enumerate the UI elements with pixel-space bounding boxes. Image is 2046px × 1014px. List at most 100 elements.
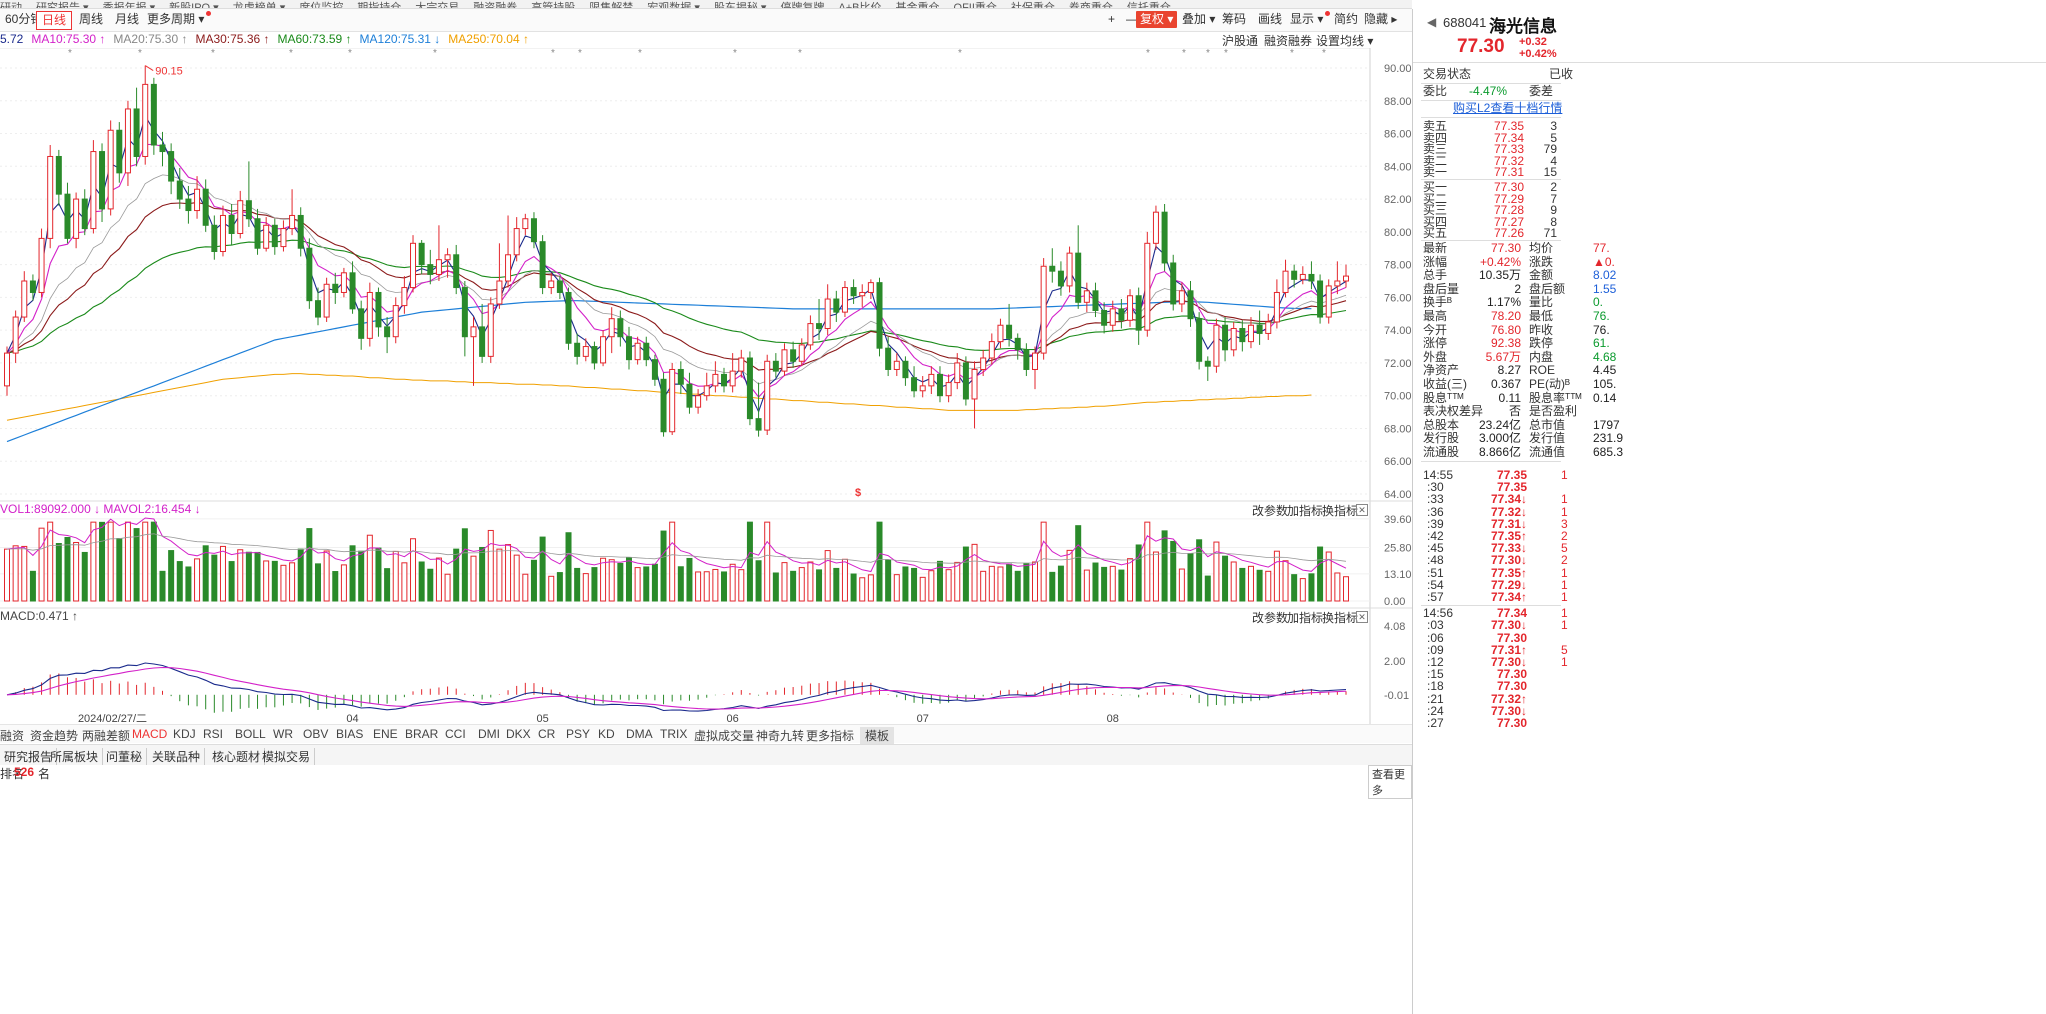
- candle: [1109, 300, 1116, 332]
- volume-bar: [1049, 571, 1056, 602]
- toolbar-button[interactable]: 叠加 ▾: [1178, 11, 1219, 28]
- candle-body: [885, 347, 892, 370]
- indicator-tab[interactable]: DMA: [626, 727, 653, 741]
- vol-edit-params-button[interactable]: 改参数: [1252, 502, 1288, 519]
- candle-body: [859, 291, 866, 297]
- candle: [1343, 264, 1349, 288]
- candle: [928, 366, 935, 395]
- indicator-tab[interactable]: BOLL: [235, 727, 266, 741]
- bottom-tab[interactable]: 关联品种: [148, 748, 206, 765]
- candle-body: [1032, 352, 1039, 370]
- back-arrow-icon[interactable]: ◀: [1427, 15, 1436, 29]
- period-tab[interactable]: 月线: [110, 11, 144, 28]
- candle-body: [1222, 324, 1229, 351]
- indicator-tab[interactable]: 资金趋势: [30, 727, 78, 744]
- indicator-tab[interactable]: BIAS: [336, 727, 363, 741]
- volume-bar: [505, 544, 512, 602]
- indicator-tab[interactable]: MACD: [132, 727, 167, 741]
- buy-l2-link[interactable]: 购买L2查看十档行情: [1453, 102, 1562, 115]
- volume-bar: [1057, 565, 1064, 602]
- stat-value: 0.: [1593, 295, 1604, 310]
- period-tab[interactable]: 周线: [74, 11, 108, 28]
- candle-body: [746, 357, 753, 420]
- indicator-tab[interactable]: 更多指标: [806, 727, 854, 744]
- volume-bar: [962, 546, 969, 602]
- volume-bar: [686, 557, 693, 602]
- toolbar-button[interactable]: 隐藏 ▸: [1360, 11, 1401, 28]
- volume-bar: [781, 562, 788, 602]
- candle: [1299, 266, 1306, 285]
- vol-add-indicator-button[interactable]: 加指标: [1287, 502, 1323, 519]
- volume-bar: [4, 548, 10, 602]
- trade-state-label: 交易状态: [1423, 67, 1472, 81]
- period-tab[interactable]: 日线: [36, 11, 73, 30]
- volume-bar: [73, 541, 80, 602]
- margin-trading-link[interactable]: 融资融券: [1264, 32, 1312, 49]
- macd-add-indicator-button[interactable]: 加指标: [1287, 609, 1323, 626]
- candle-body: [1247, 324, 1254, 343]
- volume-bar: [625, 557, 632, 602]
- view-more-button[interactable]: 查看更多: [1368, 765, 1412, 799]
- quote-sidebar: ◀ 688041 海光信息 77.30 +0.32 +0.42% 交易状态 已收…: [1412, 9, 2046, 1014]
- macd-edit-params-button[interactable]: 改参数: [1252, 609, 1288, 626]
- indicator-tab[interactable]: CCI: [445, 727, 466, 741]
- macd-switch-indicator-button[interactable]: 换指标: [1322, 609, 1358, 626]
- period-toolbar: 60分钟 日线 周线 月线 更多周期 ▾ + — 复权 ▾ 叠加 ▾ 筹码 画线 显示 ▾ 简约 隐藏 ▸: [0, 9, 1412, 32]
- kline-chart[interactable]: * * * * * * * * * * * * * * * * * * 90.00 88.00 86.00 84.00 82…: [0, 48, 1412, 724]
- indicator-tab[interactable]: 融资: [0, 727, 24, 744]
- stat-label: 金额: [1529, 268, 1554, 283]
- indicator-tab[interactable]: TRIX: [660, 727, 687, 741]
- toolbar-button[interactable]: 复权 ▾: [1136, 11, 1178, 28]
- toolbar-button[interactable]: +: [1104, 11, 1119, 28]
- volume-bar: [176, 561, 183, 602]
- toolbar-button[interactable]: 画线: [1254, 11, 1286, 28]
- bottom-tab[interactable]: 所属板块: [46, 748, 104, 765]
- candle-body: [55, 155, 62, 195]
- candle: [1213, 318, 1220, 373]
- toolbar-button[interactable]: 筹码: [1218, 11, 1250, 28]
- indicator-tab[interactable]: RSI: [203, 727, 223, 741]
- bottom-tab[interactable]: 问董秘: [102, 748, 148, 765]
- candle-body: [608, 318, 615, 338]
- candle: [280, 220, 287, 252]
- volume-bar: [980, 570, 987, 602]
- indicator-tab[interactable]: BRAR: [405, 727, 438, 741]
- bottom-tab[interactable]: 核心题材: [208, 748, 266, 765]
- indicator-tab[interactable]: 两融差额: [82, 727, 130, 744]
- stat-value: 105.: [1593, 377, 1617, 391]
- volume-bar: [1161, 530, 1168, 602]
- bottom-tabs: 研究报告 所属板块 问董秘 关联品种 核心题材 模拟交易: [0, 744, 1412, 766]
- indicator-tab[interactable]: KDJ: [173, 727, 196, 741]
- indicator-tab[interactable]: DKX: [506, 727, 531, 741]
- vol-close-icon[interactable]: ✕: [1356, 504, 1368, 516]
- toolbar-button[interactable]: 显示 ▾: [1286, 11, 1334, 28]
- candle: [677, 361, 684, 395]
- indicator-tab[interactable]: PSY: [566, 727, 590, 741]
- candle: [410, 235, 417, 293]
- indicator-tab[interactable]: ENE: [373, 727, 398, 741]
- candle-body: [522, 218, 529, 230]
- indicator-tab[interactable]: CR: [538, 727, 555, 741]
- bottom-tab[interactable]: 模拟交易: [258, 748, 316, 765]
- macd-close-icon[interactable]: ✕: [1356, 611, 1368, 623]
- stat-label: 股息ᵀᵀᴹ: [1423, 390, 1464, 405]
- stat-label: 今开: [1423, 322, 1448, 337]
- indicator-tab[interactable]: 模板: [860, 727, 895, 744]
- indicator-tab[interactable]: 虚拟成交量: [694, 727, 754, 744]
- indicator-tab[interactable]: WR: [273, 727, 293, 741]
- indicator-tab[interactable]: 神奇九转: [756, 727, 804, 744]
- hgt-link[interactable]: 沪股通: [1222, 32, 1258, 49]
- ma-legend-item: MA10:75.30 ↑: [31, 32, 106, 46]
- volume-bar: [513, 554, 520, 602]
- candle-body: [928, 373, 935, 387]
- ma-settings-dropdown[interactable]: 设置均线 ▾: [1316, 32, 1373, 49]
- volume-bar: [695, 571, 702, 602]
- vol-switch-indicator-button[interactable]: 换指标: [1322, 502, 1358, 519]
- candle: [38, 228, 45, 298]
- indicator-tab[interactable]: DMI: [478, 727, 500, 741]
- indicator-tab[interactable]: OBV: [303, 727, 328, 741]
- period-tab[interactable]: 更多周期 ▾: [142, 11, 216, 28]
- volume-bar: [461, 528, 468, 602]
- toolbar-button[interactable]: 简约: [1330, 11, 1362, 28]
- indicator-tab[interactable]: KD: [598, 727, 615, 741]
